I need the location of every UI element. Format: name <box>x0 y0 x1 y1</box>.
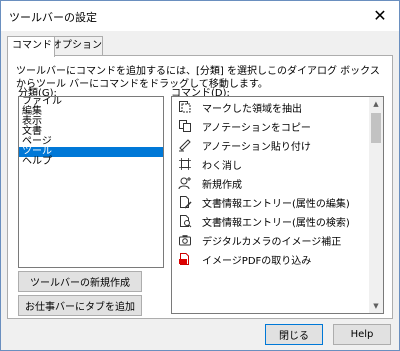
frame-erase-icon <box>178 157 192 171</box>
category-item[interactable]: ヘルプ <box>19 157 163 167</box>
commands-list[interactable]: マークした領域を抽出 アノテーションをコピー アノテーション貼り付け わく消し … <box>171 96 384 314</box>
dialog-title: ツールバーの設定 <box>9 11 97 24</box>
commands-scrollbar[interactable]: ▲ ▼ <box>369 97 383 313</box>
tab-options[interactable]: オプション <box>47 36 103 55</box>
command-item[interactable]: アノテーションをコピー <box>172 117 368 135</box>
doc-info-edit-icon <box>178 195 192 209</box>
close-button[interactable]: 閉じる <box>265 324 323 345</box>
close-icon[interactable]: ✕ <box>369 4 391 26</box>
copy-annotation-icon <box>178 119 192 133</box>
camera-icon <box>178 233 192 247</box>
command-label: マークした領域を抽出 <box>202 103 302 115</box>
toolbar-settings-dialog: ツールバーの設定 ✕ コマンド オプション ツールバーにコマンドを追加するには、… <box>0 0 400 351</box>
command-item[interactable]: わく消し <box>172 155 368 173</box>
new-user-icon <box>178 176 192 190</box>
paste-annotation-icon <box>178 138 192 152</box>
command-label: 文書情報エントリー(属性の検索) <box>202 217 350 229</box>
command-label: デジタルカメラのイメージ補正 <box>202 236 342 248</box>
title-bar: ツールバーの設定 ✕ <box>1 1 399 31</box>
add-tab-button[interactable]: お仕事バーにタブを追加 <box>18 295 142 316</box>
command-item[interactable]: 文書情報エントリー(属性の検索) <box>172 212 368 230</box>
new-toolbar-button[interactable]: ツールバーの新規作成 <box>18 271 142 292</box>
command-item[interactable]: 新規作成 <box>172 174 368 192</box>
categories-list[interactable]: ファイル 編集 表示 文書 ページ ツール ヘルプ <box>18 96 164 268</box>
command-label: イメージPDFの取り込み <box>202 255 312 267</box>
doc-info-search-icon <box>178 214 192 228</box>
image-pdf-icon <box>178 252 192 266</box>
command-item[interactable]: イメージPDFの取り込み <box>172 250 368 268</box>
command-label: 新規作成 <box>202 179 242 191</box>
tab-commands[interactable]: コマンド <box>7 36 55 57</box>
command-item[interactable]: 文書情報エントリー(属性の編集) <box>172 193 368 211</box>
command-label: アノテーションをコピー <box>202 122 311 134</box>
command-item[interactable]: アノテーション貼り付け <box>172 136 368 154</box>
command-label: わく消し <box>202 160 242 172</box>
extract-icon <box>178 100 192 114</box>
scroll-down-icon[interactable]: ▼ <box>369 299 383 313</box>
command-item[interactable]: マークした領域を抽出 <box>172 98 368 116</box>
command-label: アノテーション貼り付け <box>202 141 311 153</box>
commands-panel: ツールバーにコマンドを追加するには、[分類] を選択しこのダイアログ ボックスか… <box>7 55 393 319</box>
command-label: 文書情報エントリー(属性の編集) <box>202 198 350 210</box>
help-button[interactable]: Help <box>333 324 391 345</box>
scroll-thumb[interactable] <box>371 113 381 143</box>
command-item[interactable]: デジタルカメラのイメージ補正 <box>172 231 368 249</box>
scroll-up-icon[interactable]: ▲ <box>369 97 383 111</box>
